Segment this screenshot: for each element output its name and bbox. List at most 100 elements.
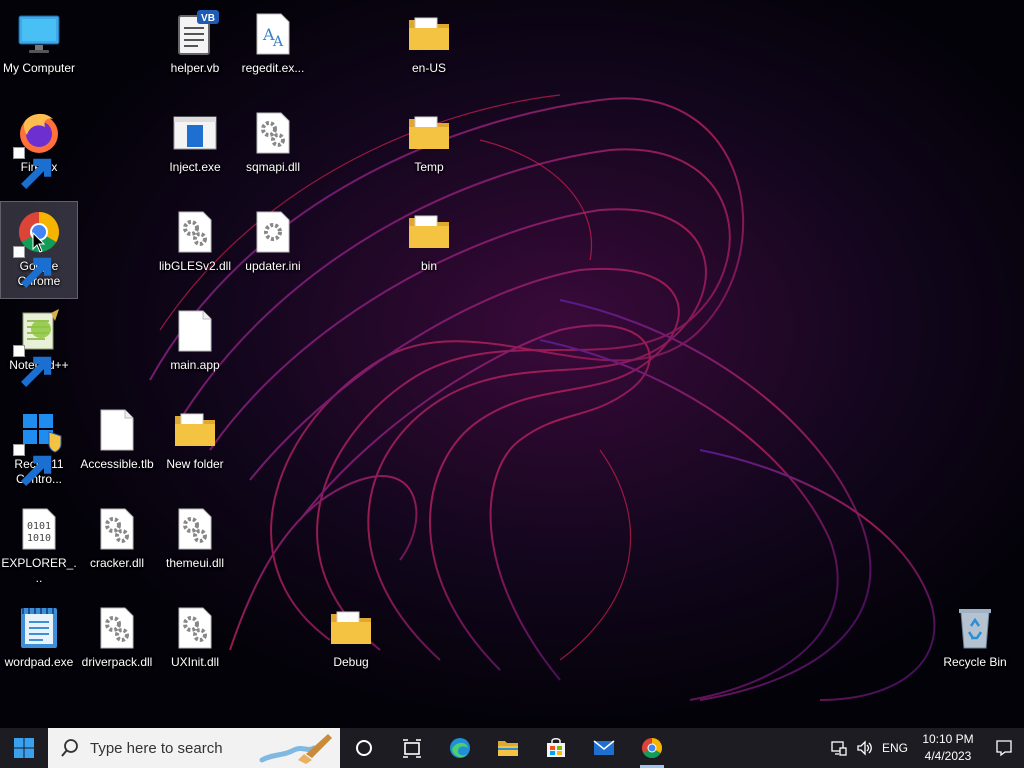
desktop-icon-firefox[interactable]: Firefox <box>1 103 77 199</box>
desktop-icon-inject-exe[interactable]: Inject.exe <box>157 103 233 199</box>
desktop-icon-label: EXPLORER_... <box>1 556 77 585</box>
desktop-icon-label: en-US <box>411 61 446 75</box>
cortana-button[interactable] <box>340 728 388 768</box>
desktop-icon-explorer-bin[interactable]: 0101 1010 EXPLORER_... <box>1 499 77 595</box>
desktop-icon-themeui-dll[interactable]: themeui.dll <box>157 499 233 595</box>
desktop-icon-regedit[interactable]: AA regedit.ex... <box>235 4 311 100</box>
desktop-icon-cracker-dll[interactable]: cracker.dll <box>79 499 155 595</box>
desktop-icon-updater-ini[interactable]: updater.ini <box>235 202 311 298</box>
desktop-icon-temp-folder[interactable]: Temp <box>391 103 467 199</box>
file-icon <box>93 406 141 454</box>
monitor-icon <box>15 10 63 58</box>
taskbar-file-explorer[interactable] <box>484 728 532 768</box>
binary-code-bottom: 1010 <box>27 533 51 544</box>
desktop-icon-accessible-tlb[interactable]: Accessible.tlb <box>79 400 155 496</box>
store-bag-icon <box>547 738 565 757</box>
taskbar-mail[interactable] <box>580 728 628 768</box>
notepadpp-icon <box>13 307 63 387</box>
shortcut-arrow-icon <box>13 444 52 486</box>
binary-file-icon: 0101 1010 <box>15 505 63 553</box>
start-button[interactable] <box>0 728 48 768</box>
ini-gear-icon <box>249 208 297 256</box>
language-indicator[interactable]: ENG <box>878 741 912 755</box>
speaker-icon <box>857 740 872 756</box>
notification-icon <box>996 740 1012 757</box>
windows-shield-icon <box>13 406 63 486</box>
windows-logo-icon <box>14 738 34 758</box>
desktop-icon-label: libGLESv2.dll <box>158 259 232 273</box>
dll-gear-icon <box>171 604 219 652</box>
desktop-icon-label: My Computer <box>2 61 76 75</box>
folder-icon <box>405 208 453 256</box>
cortana-circle-icon <box>356 740 372 756</box>
svg-text:A: A <box>272 34 284 50</box>
tray-volume[interactable] <box>852 728 878 768</box>
taskbar-search-box[interactable]: Type here to search <box>48 728 340 768</box>
task-view-icon <box>403 739 421 758</box>
desktop-icon-label: Temp <box>414 160 444 174</box>
desktop-icon-rectify11[interactable]: Rectify11 Contro... <box>1 400 77 496</box>
system-tray: ENG 10:10 PM 4/4/2023 <box>826 728 1024 768</box>
taskbar-chrome[interactable] <box>628 728 676 768</box>
vb-badge: VB <box>201 13 215 24</box>
mouse-cursor-icon <box>32 232 46 253</box>
file-icon <box>171 307 219 355</box>
desktop-icon-main-app[interactable]: main.app <box>157 301 233 397</box>
desktop-icon-en-us-folder[interactable]: en-US <box>391 4 467 100</box>
desktop-icon-uxinit-dll[interactable]: UXInit.dll <box>157 598 233 694</box>
desktop-icon-label: driverpack.dll <box>81 655 153 669</box>
shortcut-arrow-icon <box>13 246 52 288</box>
desktop-icon-label: wordpad.exe <box>4 655 74 669</box>
desktop-icon-helper-vb[interactable]: VB helper.vb <box>157 4 233 100</box>
dll-gear-icon <box>249 109 297 157</box>
dll-gear-icon <box>93 604 141 652</box>
edge-icon <box>450 738 470 758</box>
tray-network[interactable] <box>826 728 852 768</box>
desktop-icon-label: Recycle Bin <box>943 655 1007 669</box>
dll-gear-icon <box>171 505 219 553</box>
desktop-icon-libglesv2-dll[interactable]: libGLESv2.dll <box>157 202 233 298</box>
taskbar-store[interactable] <box>532 728 580 768</box>
mail-icon <box>593 740 615 755</box>
vb-script-icon: VB <box>171 10 219 58</box>
clock-time: 10:10 PM <box>922 732 974 746</box>
dll-gear-icon <box>171 208 219 256</box>
desktop-icon-label: helper.vb <box>170 61 220 75</box>
task-view-button[interactable] <box>388 728 436 768</box>
desktop-icon-label: Inject.exe <box>169 160 221 174</box>
desktop-icon-sqmapi-dll[interactable]: sqmapi.dll <box>235 103 311 199</box>
desktop-icon-recycle-bin[interactable]: Recycle Bin <box>937 598 1013 694</box>
desktop-icon-label: bin <box>420 259 437 273</box>
clock-date: 4/4/2023 <box>924 749 972 763</box>
shortcut-arrow-icon <box>13 345 52 387</box>
exe-window-icon <box>171 109 219 157</box>
chrome-icon <box>642 738 662 758</box>
dll-gear-icon <box>93 505 141 553</box>
desktop-icon-label: main.app <box>170 358 220 372</box>
desktop-icon-label: New folder <box>166 457 224 471</box>
desktop-icon-wordpad[interactable]: wordpad.exe <box>1 598 77 694</box>
network-icon <box>831 741 847 756</box>
search-icon <box>61 739 78 757</box>
desktop-icon-new-folder[interactable]: New folder <box>157 400 233 496</box>
desktop-icon-driverpack-dll[interactable]: driverpack.dll <box>79 598 155 694</box>
desktop-icon-label: regedit.ex... <box>241 61 305 75</box>
desktop-icon-label: cracker.dll <box>89 556 145 570</box>
shortcut-arrow-icon <box>13 147 52 189</box>
taskbar-edge[interactable] <box>436 728 484 768</box>
folder-icon <box>405 109 453 157</box>
taskbar-clock[interactable]: 10:10 PM 4/4/2023 <box>912 731 984 765</box>
folder-icon <box>327 604 375 652</box>
binary-code-top: 0101 <box>27 521 51 532</box>
desktop-icon-bin-folder[interactable]: bin <box>391 202 467 298</box>
desktop-icon-my-computer[interactable]: My Computer <box>1 4 77 100</box>
taskbar: Type here to search ENG 10:10 PM 4/4/202… <box>0 728 1024 768</box>
desktop-icon-label: updater.ini <box>245 259 301 273</box>
search-highlight-brush-icon <box>259 734 332 764</box>
desktop-icon-notepadpp[interactable]: Notepad++ <box>1 301 77 397</box>
desktop-icon-debug-folder[interactable]: Debug <box>313 598 389 694</box>
notification-center-button[interactable] <box>984 728 1024 768</box>
desktop-icon-label: UXInit.dll <box>170 655 220 669</box>
desktop-icon-label: sqmapi.dll <box>245 160 301 174</box>
file-explorer-icon <box>498 741 518 756</box>
